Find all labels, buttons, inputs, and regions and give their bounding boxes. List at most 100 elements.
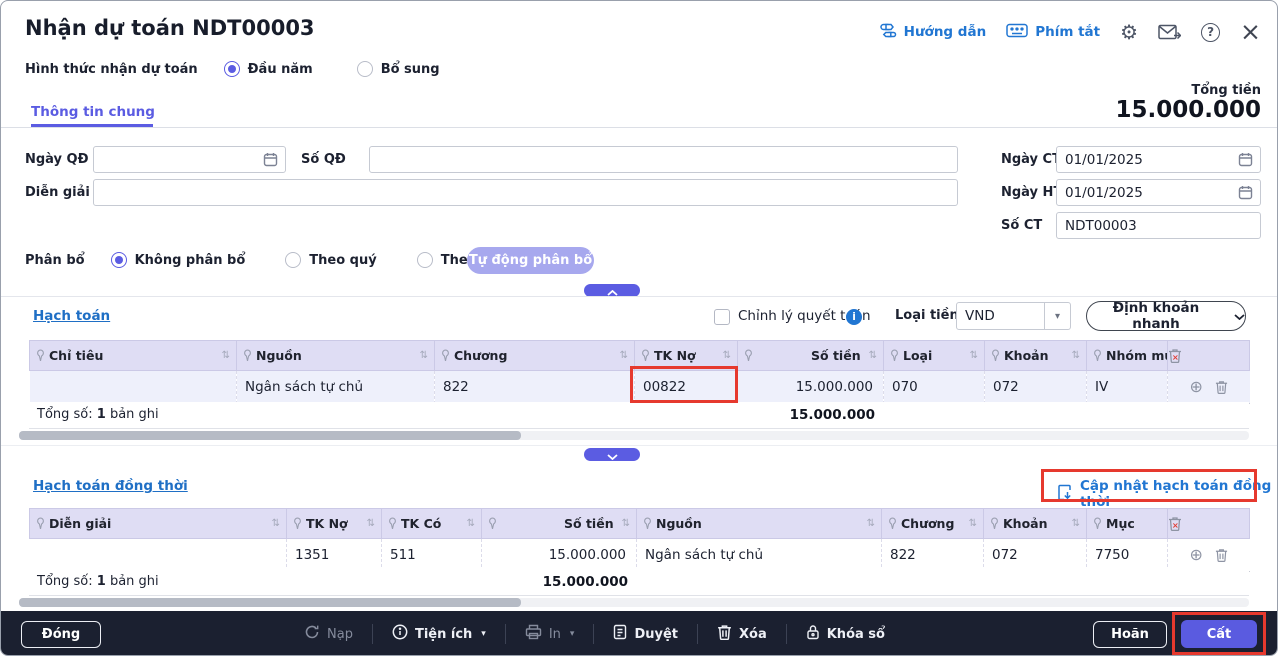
ngay-qd-input[interactable]	[93, 146, 286, 173]
cell-dien-giai[interactable]	[30, 539, 287, 573]
sort-icon: ⇅	[867, 518, 875, 529]
scrollbar-thumb[interactable]	[19, 598, 521, 607]
col-actions[interactable]: ×	[1168, 341, 1250, 371]
cell-nguon[interactable]: Ngân sách tự chủ	[637, 539, 882, 573]
col-so-tien[interactable]: Số tiền⇅	[482, 509, 637, 539]
approve-button[interactable]: Duyệt	[594, 624, 697, 644]
delete-button[interactable]: Xóa	[698, 624, 786, 644]
cell-muc[interactable]: 7750	[1087, 539, 1168, 573]
record-count: Tổng số: 1 bản ghi	[37, 574, 159, 589]
lock-period-button[interactable]: Khóa sổ	[787, 624, 904, 644]
sort-icon: ⇅	[620, 350, 628, 361]
ngay-ht-label: Ngày HT	[1001, 179, 1062, 206]
chevron-down-icon: ▾	[570, 629, 575, 639]
col-chuong[interactable]: Chương⇅	[882, 509, 984, 539]
settings-gear-icon[interactable]: ⚙	[1120, 20, 1138, 44]
footer-total: 15.000.000	[747, 407, 875, 423]
radio-theo-thang[interactable]	[417, 252, 433, 268]
delete-row-icon[interactable]	[1215, 380, 1228, 394]
nhan-du-toan-window: Nhận dự toán NDT00003 Hướng dẫn Phím tắt…	[0, 0, 1278, 656]
lock-icon	[806, 624, 820, 644]
col-khoan[interactable]: Khoản⇅	[985, 341, 1087, 371]
col-chuong[interactable]: Chương⇅	[435, 341, 635, 371]
cell-nguon[interactable]: Ngân sách tự chủ	[237, 371, 435, 405]
ngay-ct-input[interactable]	[1056, 146, 1261, 173]
close-button[interactable]: Đóng	[21, 621, 101, 648]
cell-khoan[interactable]: 072	[984, 539, 1087, 573]
so-qd-input[interactable]	[369, 146, 958, 173]
sort-icon: ⇅	[723, 350, 731, 361]
radio-dau-nam[interactable]	[224, 61, 240, 77]
currency-select[interactable]: VND ▾	[956, 302, 1071, 330]
delete-all-icon[interactable]: ×	[1168, 516, 1249, 531]
radio-theo-quy[interactable]	[285, 252, 301, 268]
send-mail-icon[interactable]	[1158, 24, 1181, 41]
save-button[interactable]: Cất	[1181, 620, 1257, 648]
cell-chuong[interactable]: 822	[435, 371, 635, 405]
delete-all-icon[interactable]: ×	[1168, 348, 1249, 363]
cell-tk-no[interactable]: 00822	[635, 371, 738, 405]
guide-link[interactable]: Hướng dẫn	[880, 22, 987, 43]
form-type-label: Hình thức nhận dự toán	[25, 62, 198, 77]
ngay-ct-calendar-icon[interactable]	[1238, 152, 1253, 167]
cell-khoan[interactable]: 072	[985, 371, 1087, 405]
col-khoan[interactable]: Khoản⇅	[984, 509, 1087, 539]
col-so-tien[interactable]: Số tiền⇅	[738, 341, 884, 371]
cell-so-tien[interactable]: 15.000.000	[482, 539, 637, 573]
col-tk-co[interactable]: TK Có⇅	[382, 509, 482, 539]
scrollbar-thumb[interactable]	[19, 431, 521, 440]
col-muc[interactable]: Mục	[1087, 509, 1168, 539]
delete-row-icon[interactable]	[1215, 548, 1228, 562]
quick-entry-button[interactable]: Định khoản nhanh	[1086, 301, 1246, 331]
auto-allocate-button[interactable]: Tự động phân bổ	[467, 247, 594, 274]
col-chi-tieu[interactable]: Chỉ tiêu⇅	[30, 341, 237, 371]
chinh-ly-checkbox[interactable]	[714, 309, 730, 325]
cell-loai[interactable]: 070	[884, 371, 985, 405]
ngay-ct-label: Ngày CT	[1001, 146, 1061, 173]
cell-nhom-muc[interactable]: IV	[1087, 371, 1168, 405]
pin-icon	[643, 517, 652, 530]
col-tk-no[interactable]: TK Nợ⇅	[287, 509, 382, 539]
ngay-qd-calendar-icon[interactable]	[263, 152, 278, 167]
shortcut-link[interactable]: Phím tắt	[1006, 23, 1100, 42]
ngay-ht-input[interactable]	[1056, 179, 1261, 206]
so-ct-input[interactable]	[1056, 212, 1261, 239]
hach-toan-dong-thoi-title[interactable]: Hạch toán đồng thời	[33, 478, 188, 494]
collapse-down-pill[interactable]	[584, 448, 640, 461]
reload-button[interactable]: Nạp	[285, 624, 372, 644]
cell-tk-co[interactable]: 511	[382, 539, 482, 573]
pin-icon	[488, 517, 497, 530]
postpone-button[interactable]: Hoãn	[1093, 621, 1167, 648]
update-simultaneous-link[interactable]: Cập nhật hạch toán đồng thời	[1057, 478, 1277, 510]
cell-tk-no[interactable]: 1351	[287, 539, 382, 573]
col-nguon[interactable]: Nguồn⇅	[237, 341, 435, 371]
radio-khong-phan-bo[interactable]	[111, 252, 127, 268]
radio-bo-sung[interactable]	[357, 61, 373, 77]
col-actions[interactable]: ×	[1168, 509, 1250, 539]
pin-icon	[990, 517, 999, 530]
utilities-button[interactable]: Tiện ích ▾	[373, 624, 505, 644]
so-qd-label: Số QĐ	[301, 146, 346, 173]
dien-giai-input[interactable]	[93, 179, 958, 206]
hach-toan-title[interactable]: Hạch toán	[33, 308, 110, 324]
col-dien-giai[interactable]: Diễn giải⇅	[30, 509, 287, 539]
add-row-icon[interactable]: ⊕	[1190, 547, 1203, 563]
print-button[interactable]: In ▾	[506, 624, 594, 644]
hach-toan-hscrollbar	[19, 431, 1249, 440]
tab-thong-tin-chung[interactable]: Thông tin chung	[31, 104, 155, 120]
cell-so-tien[interactable]: 15.000.000	[738, 371, 884, 405]
col-loai[interactable]: Loại⇅	[884, 341, 985, 371]
phan-bo-row: Phân bổ Không phân bổ Theo quý Theo thán…	[25, 252, 524, 268]
add-row-icon[interactable]: ⊕	[1190, 379, 1203, 395]
cell-chuong[interactable]: 822	[882, 539, 984, 573]
help-icon[interactable]: ?	[1201, 23, 1220, 42]
close-icon[interactable]: ×	[1240, 22, 1261, 42]
col-nhom-muc[interactable]: Nhóm mục	[1087, 341, 1168, 371]
so-ct-label: Số CT	[1001, 212, 1042, 239]
col-tk-no[interactable]: TK Nợ⇅	[635, 341, 738, 371]
ngay-ht-calendar-icon[interactable]	[1238, 185, 1253, 200]
cell-chi-tieu[interactable]	[30, 371, 237, 405]
info-icon[interactable]: i	[846, 309, 862, 325]
row-actions: ⊕	[1168, 371, 1250, 404]
col-nguon[interactable]: Nguồn⇅	[637, 509, 882, 539]
